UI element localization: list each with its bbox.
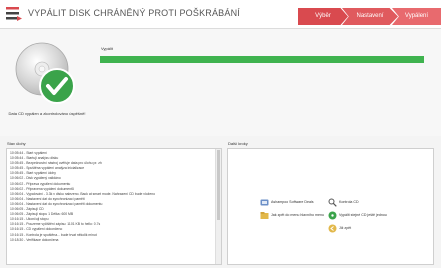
title-bar: VYPÁLIT DISK CHRÁNĚNÝ PROTI POŠKRÁBÁNÍ V… — [0, 0, 441, 29]
log-title: Stav úlohy — [7, 141, 26, 146]
back-button[interactable]: Již zpět — [328, 223, 351, 233]
step-selection[interactable]: Výběr — [298, 8, 348, 25]
log-panel: 10:05:44 - Start vypálení 10:05:44 - Star… — [6, 148, 222, 265]
burn-again-icon — [328, 211, 337, 219]
software-deals-button[interactable]: Ashampoo Software Deals — [260, 197, 314, 207]
checkmark-icon — [39, 68, 75, 104]
step-burning[interactable]: Vypálení — [392, 8, 441, 25]
burn-again-label: Vypálit stejné CD ještě jednou — [339, 213, 387, 217]
back-arrow-icon — [328, 224, 337, 232]
log-scrollbar[interactable] — [215, 149, 221, 264]
software-deals-label: Ashampoo Software Deals — [271, 200, 314, 204]
magnifier-icon — [328, 198, 337, 207]
progress-label: Vypálit — [101, 46, 113, 51]
log-scroll-thumb[interactable] — [217, 150, 220, 220]
wizard-steps: Výběr Nastavení Vypálení — [298, 8, 441, 25]
app-window: VYPÁLIT DISK CHRÁNĚNÝ PROTI POŠKRÁBÁNÍ V… — [0, 0, 441, 268]
back-label: Již zpět — [339, 226, 352, 230]
app-menu-icon[interactable] — [6, 7, 22, 21]
progress-bar — [100, 56, 424, 63]
actions-panel: Ashampoo Software Deals Kontrola CD Jak … — [227, 148, 434, 265]
status-message: Data CD vypálen a zkontrolováno úspěšně! — [8, 111, 86, 116]
actions-title: Další kroky — [228, 141, 248, 146]
software-deals-icon — [260, 199, 269, 205]
home-folder-icon — [260, 211, 269, 219]
check-cd-button[interactable]: Kontrola CD — [328, 197, 359, 207]
log-list: 10:05:44 - Start vypálení 10:05:44 - Star… — [7, 149, 221, 243]
step-settings[interactable]: Nastavení — [342, 8, 398, 25]
check-cd-label: Kontrola CD — [339, 200, 359, 204]
back-to-menu-label: Jak zpět do menu hlavního menu — [271, 213, 324, 217]
burn-again-button[interactable]: Vypálit stejné CD ještě jednou — [328, 210, 387, 220]
disc-status — [14, 41, 78, 105]
window-title: VYPÁLIT DISK CHRÁNĚNÝ PROTI POŠKRÁBÁNÍ — [28, 8, 240, 18]
log-entry: 10:18:30 - Verifikace dokončena — [10, 237, 59, 242]
status-area: Data CD vypálen a zkontrolováno úspěšně!… — [0, 29, 441, 136]
back-to-menu-button[interactable]: Jak zpět do menu hlavního menu — [260, 210, 324, 220]
progress-fill — [100, 56, 424, 63]
